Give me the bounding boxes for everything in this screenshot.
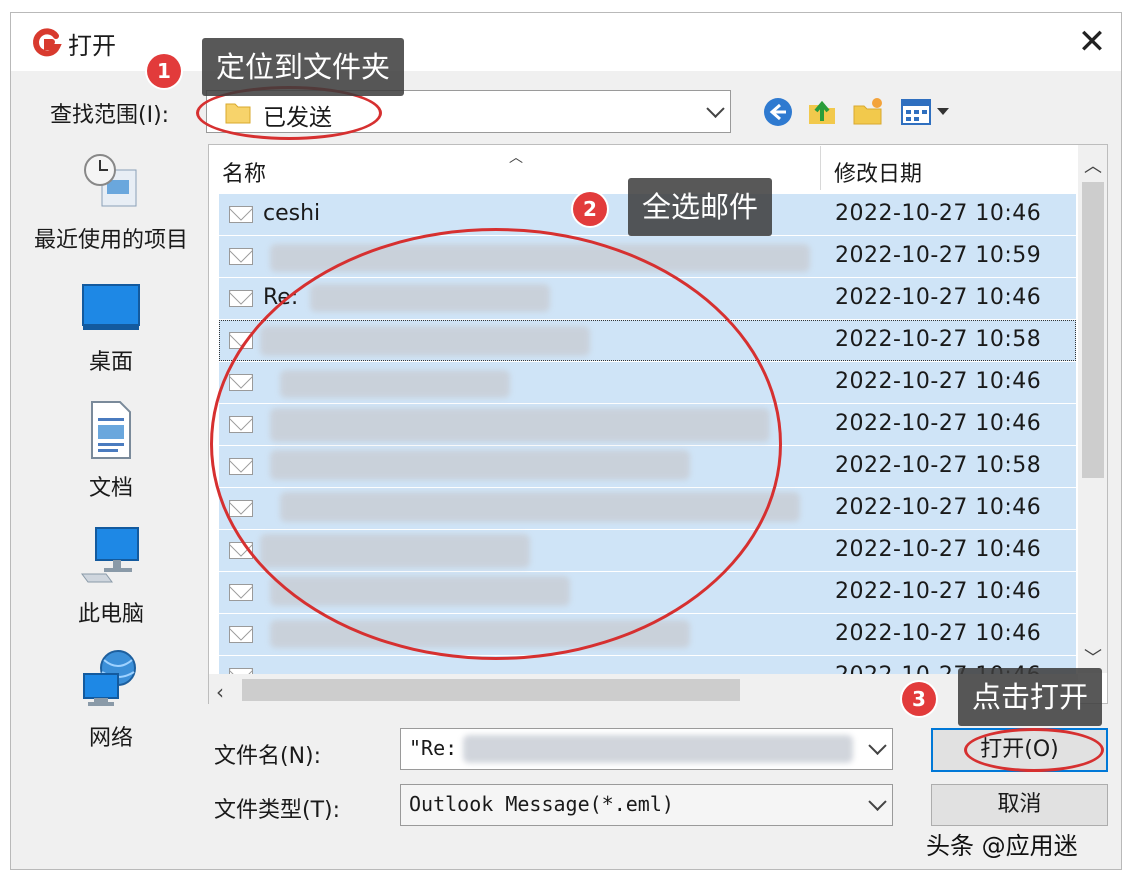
place-recent[interactable]: 最近使用的项目 [26,150,196,254]
horizontal-scroll-thumb[interactable] [242,679,740,701]
filename-input[interactable]: "Re: [400,728,893,770]
file-date: 2022-10-27 10:46 [835,495,1042,520]
annotation-callout: 全选邮件 [628,178,773,236]
place-label: 此电脑 [77,602,144,627]
column-header-name[interactable]: 名称 [222,156,266,188]
file-date: 2022-10-27 10:59 [835,243,1042,268]
new-folder-icon[interactable] [851,94,885,128]
step-badge: 3 [902,682,936,716]
file-date: 2022-10-27 10:46 [835,369,1042,394]
place-documents[interactable]: 文档 [26,400,196,502]
app-logo-icon [30,27,62,59]
network-icon [80,648,142,710]
filetype-dropdown[interactable]: Outlook Message(*.eml) [400,784,893,826]
chevron-down-icon [868,792,887,811]
documents-icon [80,400,142,460]
watermark: 头条 @应用迷 [926,832,1078,860]
scroll-down-icon[interactable]: ﹀ [1084,644,1102,670]
annotation-callout: 点击打开 [958,668,1103,726]
place-label: 网络 [88,726,133,751]
lookin-label: 查找范围(I): [50,103,170,128]
desktop-icon [80,282,142,334]
chevron-down-icon [868,736,887,755]
window-title: 打开 [68,32,116,60]
chevron-down-icon [706,99,725,118]
cancel-button[interactable]: 取消 [931,784,1108,826]
scroll-left-icon[interactable]: ‹ [216,680,224,704]
file-date: 2022-10-27 10:58 [835,453,1042,478]
place-desktop[interactable]: 桌面 [26,282,196,376]
annotation-callout: 定位到文件夹 [202,38,405,96]
step-badge: 1 [147,54,181,88]
file-date: 2022-10-27 10:46 [835,411,1042,436]
recent-items-icon [80,150,142,212]
back-icon[interactable] [761,95,795,129]
place-label: 文档 [88,476,133,501]
scroll-up-icon[interactable]: ︿ [1084,152,1102,178]
file-date: 2022-10-27 10:46 [835,579,1042,604]
file-date: 2022-10-27 10:58 [835,327,1042,352]
annotation-ring-open [964,728,1104,772]
file-date: 2022-10-27 10:46 [835,537,1042,562]
place-label: 最近使用的项目 [33,228,188,253]
file-date: 2022-10-27 10:46 [835,621,1042,646]
view-menu-icon[interactable] [899,95,955,129]
step-badge: 2 [573,192,607,226]
place-network[interactable]: 网络 [26,648,196,752]
mail-icon [229,206,253,223]
file-date: 2022-10-27 10:46 [835,285,1042,310]
file-date: 2022-10-27 10:46 [835,201,1042,226]
file-name: ceshi [263,201,321,226]
place-this-pc[interactable]: 此电脑 [26,524,196,628]
annotation-ring-files [210,228,782,660]
filename-label: 文件名(N): [214,744,322,769]
computer-icon [80,524,142,586]
column-divider [820,146,821,190]
close-button[interactable]: ✕ [1072,22,1112,62]
sort-ascending-icon: ︿ [509,150,523,166]
filetype-label: 文件类型(T): [214,798,341,823]
column-header-date[interactable]: 修改日期 [834,156,922,188]
vertical-scroll-thumb[interactable] [1082,182,1104,478]
filetype-value: Outlook Message(*.eml) [409,792,674,816]
up-folder-icon[interactable] [805,94,839,128]
filename-value: "Re: [409,736,458,760]
place-label: 桌面 [88,350,133,375]
